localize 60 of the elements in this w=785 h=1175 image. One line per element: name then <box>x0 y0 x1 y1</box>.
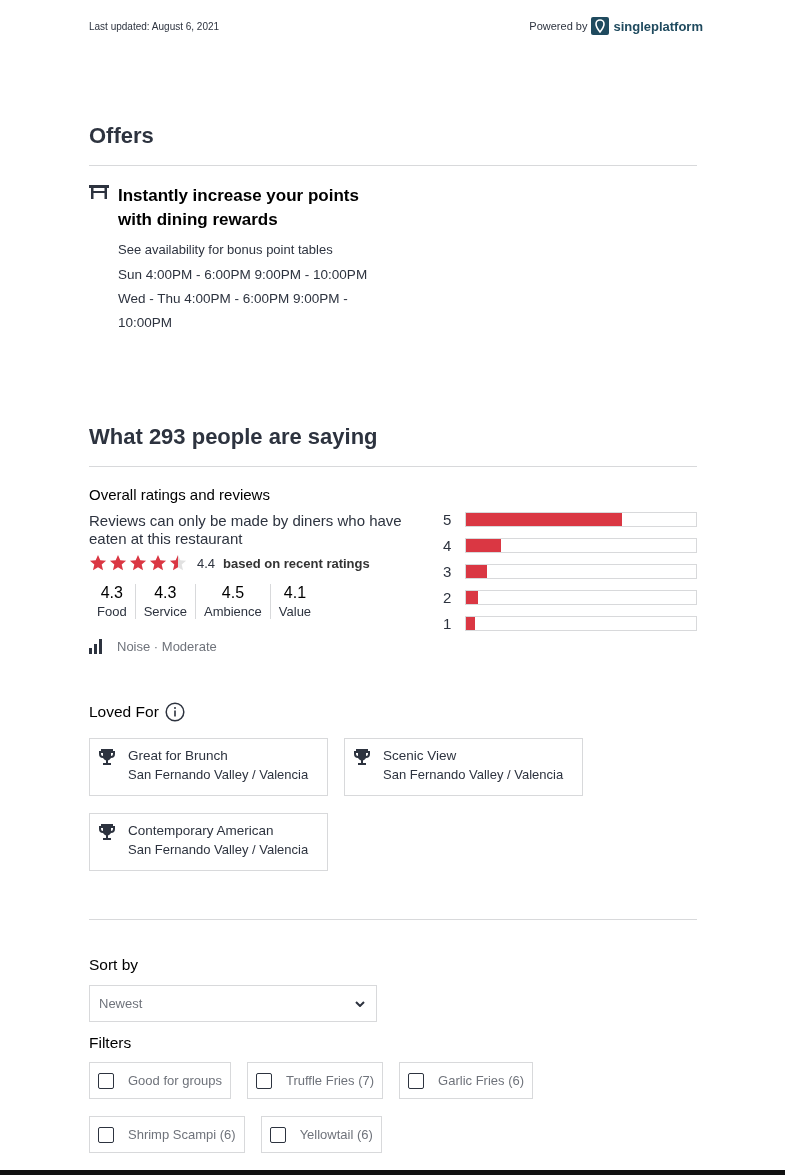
filter-label: Truffle Fries (7) <box>285 1073 375 1088</box>
filter-label: Garlic Fries (6) <box>438 1073 525 1088</box>
filter-chip[interactable]: Good for groups <box>89 1062 231 1099</box>
rating-level-label: 3 <box>443 562 453 580</box>
checkbox[interactable] <box>255 1072 272 1089</box>
powered-by-text: Powered by <box>529 20 588 32</box>
award-area: San Fernando Valley / Valencia <box>383 767 564 782</box>
checkbox[interactable] <box>269 1126 286 1143</box>
award-area: San Fernando Valley / Valencia <box>128 767 309 782</box>
checkbox[interactable] <box>98 1072 114 1089</box>
filter-label: Shrimp Scampi (6) <box>128 1127 236 1142</box>
rating-score: 4.4 <box>197 555 216 571</box>
rating-level-label: 2 <box>443 588 453 606</box>
chevron-down-icon <box>355 1000 365 1007</box>
pin-logo-icon <box>591 17 610 35</box>
rating-level-label: 4 <box>443 536 453 554</box>
rating-note: based on recent ratings <box>223 555 370 571</box>
category-score: 4.3 <box>100 584 123 602</box>
category-score: 4.3 <box>154 584 177 602</box>
trophy-icon <box>98 823 116 841</box>
category-label: Food <box>97 604 127 619</box>
subsection-title: Loved For <box>89 703 159 721</box>
rating-level-label: 1 <box>443 614 453 632</box>
offer-description: See availability for bonus point tables <box>118 242 334 257</box>
last-updated-text: Last updated: August 6, 2021 <box>89 20 220 32</box>
category-score: 4.5 <box>221 584 245 602</box>
filter-chip[interactable]: Garlic Fries (6) <box>399 1062 534 1099</box>
noise-level-icon <box>89 639 103 654</box>
rating-level-label: 5 <box>443 510 453 528</box>
category-label: Ambience <box>204 604 262 619</box>
trophy-icon <box>98 748 116 766</box>
section-title: What 293 people are saying <box>89 424 379 450</box>
filter-label: Yellowtail (6) <box>299 1127 373 1142</box>
filter-label: Good for groups <box>128 1073 222 1088</box>
offer-schedule: Sun 4:00PM - 6:00PM 9:00PM - 10:00PM <box>118 266 369 284</box>
category-label: Service <box>143 604 187 619</box>
section-title: Offers <box>89 123 155 149</box>
table-icon <box>89 185 109 199</box>
subsection-title: Overall ratings and reviews <box>89 486 271 503</box>
award-area: San Fernando Valley / Valencia <box>128 842 309 857</box>
filter-chip[interactable]: Truffle Fries (7) <box>246 1062 384 1099</box>
filters-label: Filters <box>89 1034 133 1052</box>
offer-title: Instantly increase your points with dining rewards <box>118 185 360 231</box>
category-score: 4.1 <box>283 584 307 602</box>
reviews-note: Reviews can only be made by diners who have eaten at this restaurant <box>89 512 403 548</box>
filter-chip[interactable]: Yellowtail (6) <box>260 1116 382 1153</box>
award-title: Contemporary American <box>128 823 275 838</box>
filter-chip[interactable]: Shrimp Scampi (6) <box>89 1116 245 1153</box>
noise-text: Noise · Moderate <box>117 639 217 654</box>
trophy-icon <box>353 748 371 766</box>
offer-schedule: Wed - Thu 4:00PM - 6:00PM 9:00PM - 10:00PM <box>118 290 349 332</box>
award-title: Scenic View <box>383 748 458 763</box>
category-label: Value <box>278 604 312 619</box>
sort-dropdown[interactable]: Newest <box>89 985 377 1022</box>
checkbox[interactable] <box>408 1072 425 1089</box>
brand-name: singleplatform <box>613 18 703 34</box>
award-title: Great for Brunch <box>128 748 229 763</box>
info-icon[interactable] <box>164 702 185 722</box>
sort-label: Sort by <box>89 956 140 974</box>
checkbox[interactable] <box>98 1126 114 1143</box>
